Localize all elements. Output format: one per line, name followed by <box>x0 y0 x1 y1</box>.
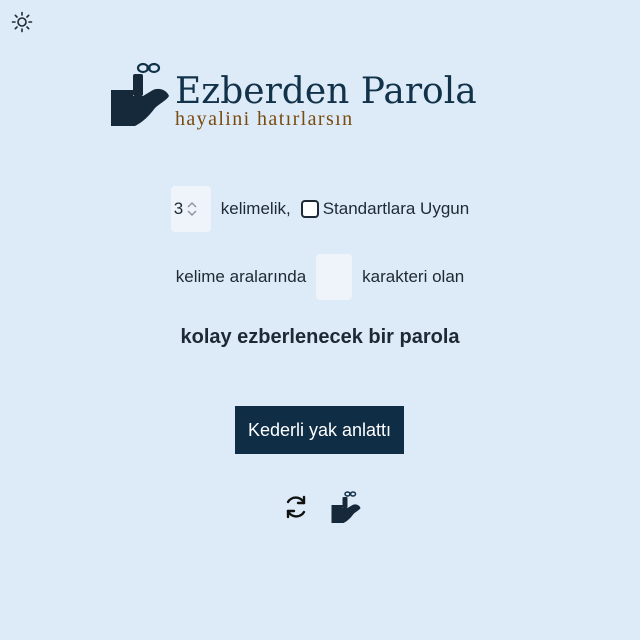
page: Ezberden Parola hayalini hatırlarsın 3 k… <box>0 0 640 640</box>
word-count-input[interactable]: 3 <box>170 186 211 232</box>
logo: Ezberden Parola hayalini hatırlarsın <box>109 60 509 130</box>
logo-title: Ezberden Parola <box>175 71 477 112</box>
tagline: kolay ezberlenecek bir parola <box>180 325 460 348</box>
separator-prefix: kelime aralarında <box>175 267 307 286</box>
standards-label[interactable]: Standartlara Uygun <box>323 199 469 219</box>
separator-suffix: karakteri olan <box>362 267 465 286</box>
stepper-arrows-icon[interactable] <box>186 199 198 219</box>
standards-checkbox[interactable] <box>300 200 319 218</box>
finger-string-reminder-icon <box>111 62 169 126</box>
finger-string-reminder-icon[interactable] <box>330 490 364 524</box>
word-count-row: 3 kelimelik, Standartlara Uygun <box>0 186 640 232</box>
sun-icon[interactable] <box>11 11 33 33</box>
word-count-value: 3 <box>173 199 184 218</box>
word-count-suffix: kelimelik, <box>220 199 291 218</box>
separator-row: kelime aralarında karakteri olan <box>0 254 640 300</box>
separator-input[interactable] <box>316 254 353 300</box>
refresh-icon[interactable] <box>282 493 310 521</box>
generate-button[interactable]: Kederli yak anlattı <box>235 406 404 454</box>
logo-subtitle: hayalini hatırlarsın <box>175 108 354 130</box>
